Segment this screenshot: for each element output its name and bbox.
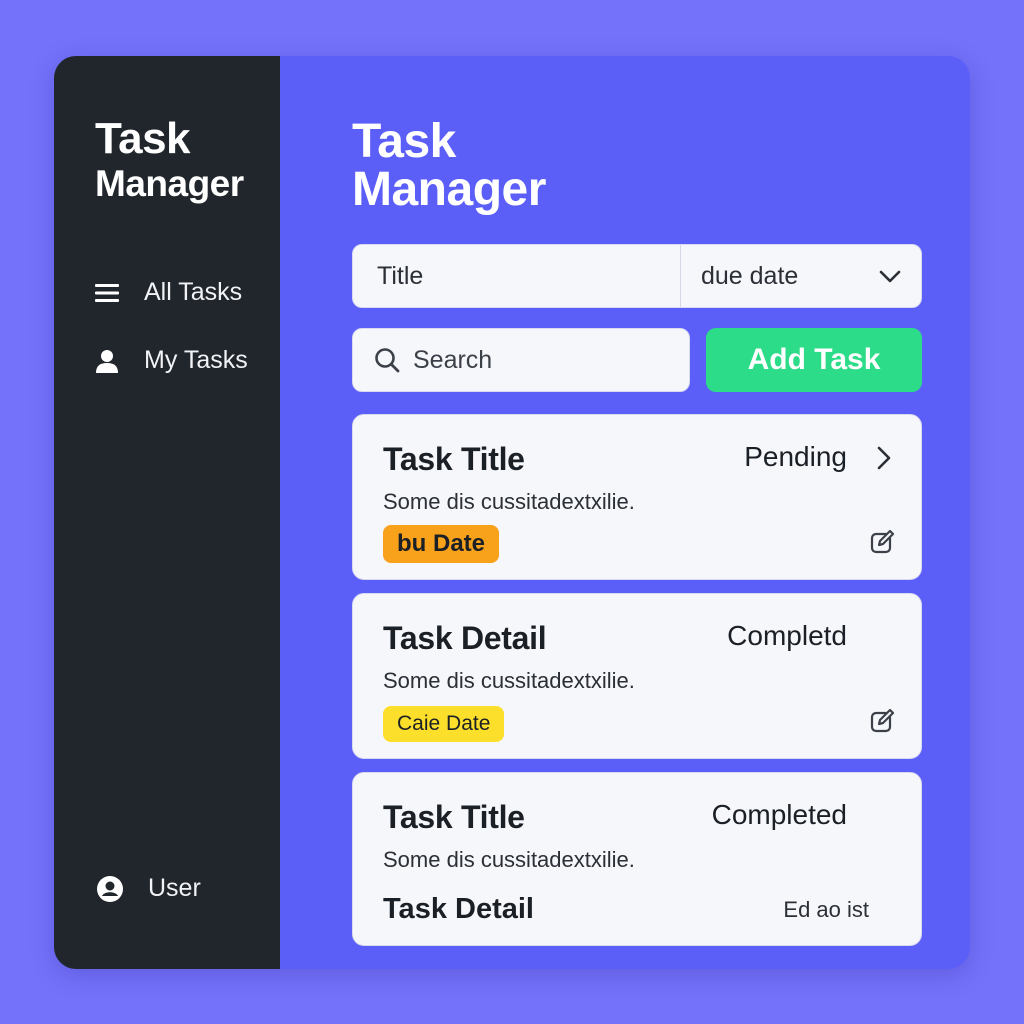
task-title: Task Title	[383, 441, 525, 477]
task-card[interactable]: Task Title Pending Some dis cussitadextx…	[352, 414, 922, 580]
sidebar-item-my-tasks[interactable]: My Tasks	[94, 346, 248, 375]
sidebar: Task Manager All Tasks My Tasks User	[54, 56, 280, 969]
add-task-button[interactable]: Add Task	[706, 328, 922, 392]
chevron-down-icon	[879, 262, 901, 291]
task-title: Task Title	[383, 799, 525, 835]
sidebar-item-label: All Tasks	[144, 278, 243, 306]
page-title-line1: Task	[352, 115, 456, 168]
user-icon	[94, 348, 120, 374]
task-status: Completed	[711, 799, 847, 830]
edit-icon[interactable]	[869, 708, 895, 734]
sidebar-item-all-tasks[interactable]: All Tasks	[94, 278, 242, 307]
due-date-select[interactable]: due date	[681, 245, 921, 307]
main-panel: Task Manager Title due date Search Add T…	[280, 56, 970, 969]
sidebar-title-line1: Task	[95, 114, 191, 163]
title-filter-placeholder: Title	[377, 261, 424, 290]
due-date-badge: bu Date	[383, 525, 500, 563]
app-window: Task Manager All Tasks My Tasks User Tas…	[54, 56, 970, 969]
chevron-right-icon[interactable]	[873, 445, 895, 471]
due-date-select-value: due date	[701, 261, 799, 290]
sidebar-title-line2: Manager	[95, 163, 244, 204]
user-label: User	[148, 874, 201, 902]
task-title: Task Detail	[383, 620, 547, 656]
due-date-badge: Caie Date	[383, 706, 505, 742]
task-status: Pending	[744, 441, 847, 472]
task-status: Completd	[727, 620, 847, 651]
edit-icon[interactable]	[869, 529, 895, 555]
task-note: Ed ao ist	[783, 897, 869, 922]
task-description: Some dis cussitadextxilie.	[383, 668, 635, 693]
task-card[interactable]: Task Title Completed Some dis cussitadex…	[352, 772, 922, 946]
title-filter-input[interactable]: Title	[353, 245, 681, 307]
task-card[interactable]: Task Detail Completd Some dis cussitadex…	[352, 593, 922, 759]
user-circle-icon	[96, 875, 124, 903]
task-subtitle: Task Detail	[383, 893, 534, 925]
filter-bar: Title due date	[352, 244, 922, 308]
page-title-line2: Manager	[352, 163, 546, 216]
sidebar-item-label: My Tasks	[144, 346, 248, 374]
sidebar-item-user[interactable]: User	[96, 874, 201, 903]
task-description: Some dis cussitadextxilie.	[383, 489, 635, 514]
search-input[interactable]: Search	[352, 328, 690, 392]
task-description: Some dis cussitadextxilie.	[383, 847, 635, 872]
menu-icon	[94, 280, 120, 306]
page-title: Task Manager	[352, 118, 546, 214]
sidebar-title: Task Manager	[95, 116, 244, 206]
search-placeholder: Search	[413, 345, 493, 374]
search-icon	[373, 346, 401, 374]
